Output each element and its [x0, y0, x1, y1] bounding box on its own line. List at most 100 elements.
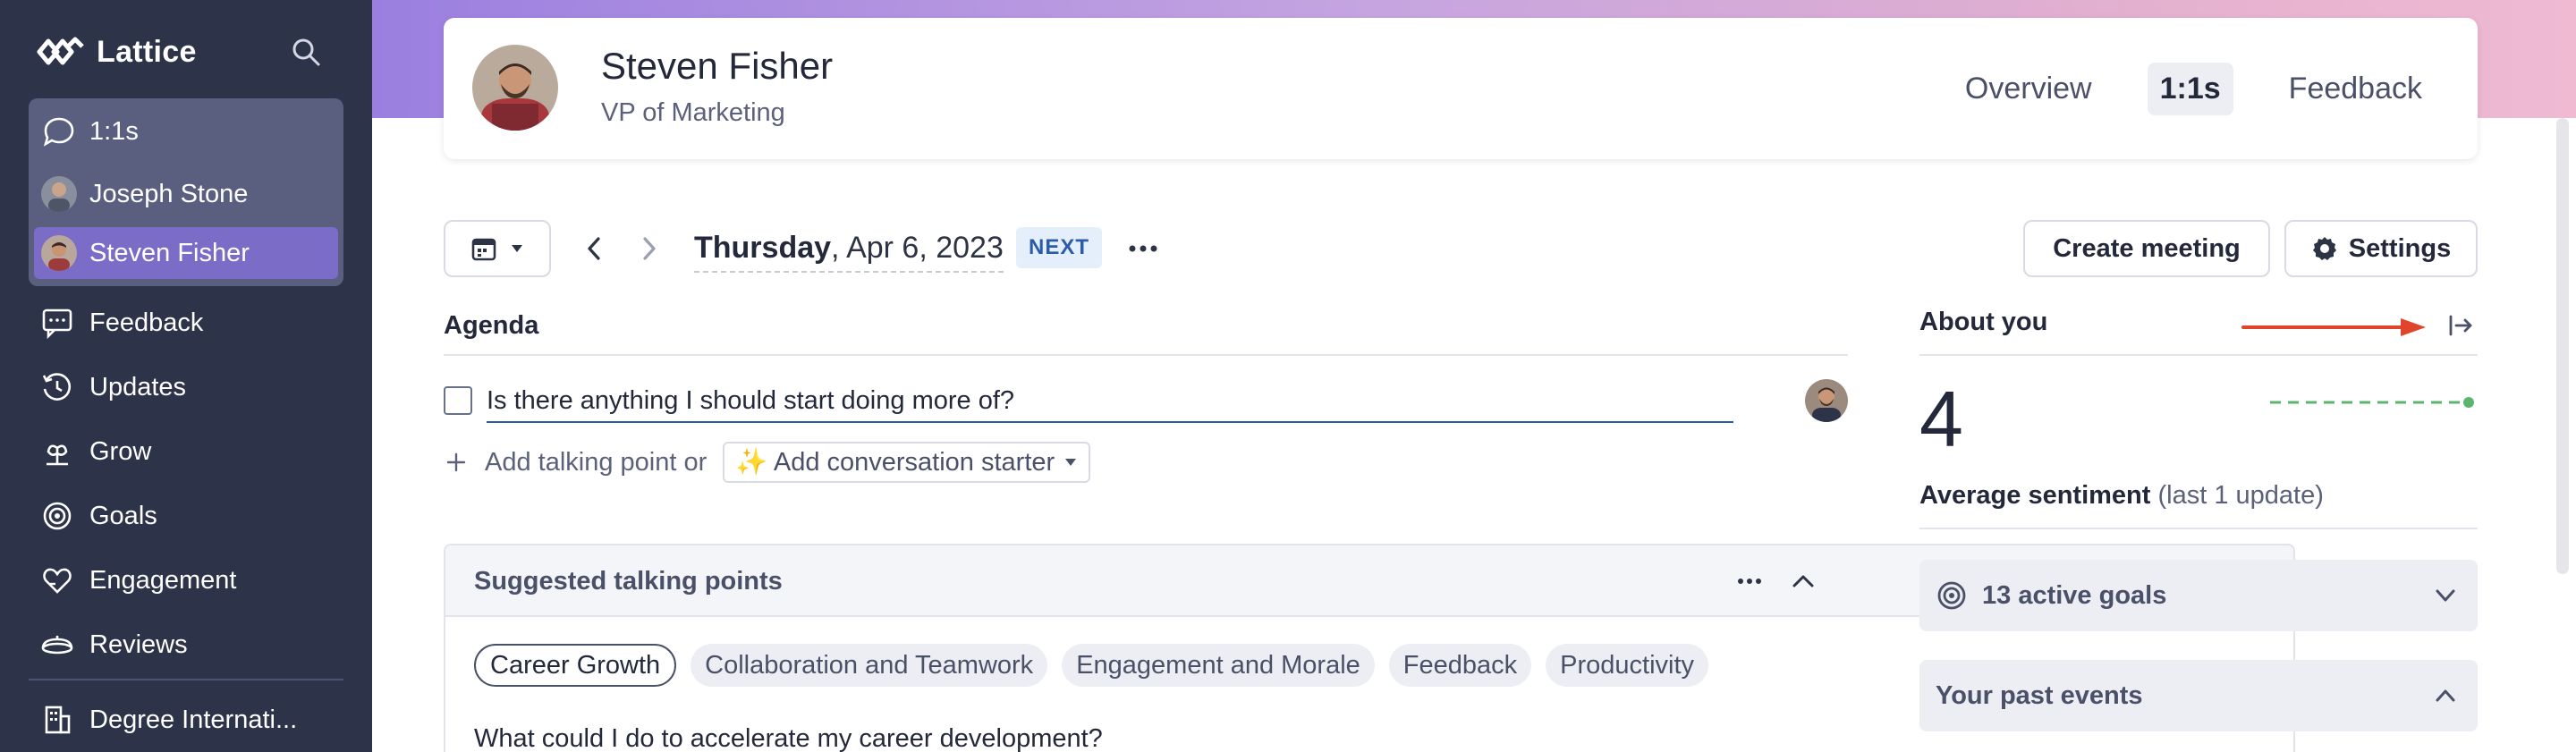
goals-icon	[1937, 581, 1966, 610]
sidebar-item-label: Joseph Stone	[89, 179, 249, 208]
meeting-more-button[interactable]	[1123, 231, 1163, 266]
engagement-icon	[39, 562, 75, 598]
brand[interactable]: Lattice	[36, 34, 197, 70]
agenda-heading: Agenda	[444, 311, 539, 340]
gear-icon	[2312, 237, 2336, 260]
sidebar: Lattice 1:1s Joseph Stone Steven Fisher	[0, 0, 372, 752]
sidebar-item-label: 1:1s	[89, 116, 139, 146]
sidebar-item-joseph-stone[interactable]: Joseph Stone	[29, 168, 343, 220]
active-goals-label: 13 active goals	[1982, 580, 2167, 610]
collapse-panel-icon[interactable]	[2447, 311, 2476, 340]
avatar	[472, 45, 558, 131]
meeting-day: Thursday	[694, 231, 832, 265]
more-horizontal-icon	[1738, 579, 1761, 584]
building-icon	[39, 702, 75, 738]
sidebar-item-label: Degree Internati...	[89, 705, 298, 734]
chevron-left-icon	[588, 237, 600, 260]
sidebar-item-label: Feedback	[89, 308, 204, 337]
about-heading: About you	[1919, 308, 2048, 336]
agenda-item-focus-line	[487, 421, 1733, 423]
caret-down-icon	[512, 245, 522, 252]
sentiment-value: 4	[1919, 375, 1963, 463]
sidebar-item-label: Goals	[89, 501, 157, 530]
agenda-item-checkbox[interactable]	[444, 386, 472, 415]
search-icon[interactable]	[290, 36, 324, 70]
tab-overview[interactable]: Overview	[1953, 63, 2105, 115]
past-events-accordion[interactable]: Your past events	[1919, 660, 2478, 731]
chip-collaboration[interactable]: Collaboration and Teamwork	[691, 644, 1048, 687]
settings-button[interactable]: Settings	[2284, 220, 2478, 277]
sidebar-item-label: Grow	[89, 436, 152, 466]
chevron-down-icon	[2436, 589, 2455, 602]
next-meeting-button[interactable]	[630, 229, 669, 268]
tab-feedback[interactable]: Feedback	[2276, 63, 2435, 115]
sentiment-label: Average sentiment (last 1 update)	[1919, 481, 2324, 511]
profile-name: Steven Fisher	[601, 45, 834, 87]
chevron-right-icon	[643, 237, 656, 260]
sidebar-item-reviews[interactable]: Reviews	[39, 622, 188, 667]
profile-title: VP of Marketing	[601, 98, 785, 127]
plus-icon[interactable]	[444, 450, 469, 475]
chip-feedback[interactable]: Feedback	[1388, 644, 1532, 687]
caret-down-icon	[1065, 459, 1077, 466]
chip-productivity[interactable]: Productivity	[1546, 644, 1709, 687]
meeting-date[interactable]: Thursday, Apr 6, 2023	[694, 231, 1004, 273]
sidebar-item-label: Reviews	[89, 629, 188, 659]
chip-career-growth[interactable]: Career Growth	[474, 644, 677, 687]
annotation-arrow-icon	[2241, 318, 2426, 336]
panel-collapse-button[interactable]	[1784, 565, 1823, 597]
sidebar-item-engagement[interactable]: Engagement	[39, 558, 236, 603]
calendar-icon	[471, 238, 496, 261]
chevron-up-icon	[2436, 689, 2455, 702]
calendar-picker-button[interactable]	[444, 220, 551, 277]
sidebar-item-updates[interactable]: Updates	[39, 365, 186, 410]
avatar	[41, 235, 77, 271]
more-horizontal-icon	[1129, 245, 1157, 252]
sentiment-sparkline	[2270, 397, 2474, 408]
lattice-logo-icon	[37, 37, 84, 65]
brand-name: Lattice	[97, 34, 197, 69]
status-badge: NEXT	[1016, 227, 1103, 268]
grow-icon	[39, 434, 75, 469]
create-meeting-button[interactable]: Create meeting	[2023, 220, 2270, 277]
agenda-item-text[interactable]: Is there anything I should start doing m…	[487, 386, 1014, 416]
conversation-starter-label: ✨ Add conversation starter	[735, 448, 1055, 477]
sidebar-item-org[interactable]: Degree Internati...	[39, 697, 297, 742]
sidebar-item-label: Updates	[89, 372, 187, 401]
goals-icon	[39, 498, 75, 534]
conversation-starter-dropdown[interactable]: ✨ Add conversation starter	[723, 442, 1091, 483]
add-talking-point-row: Add talking point or ✨ Add conversation …	[444, 442, 1091, 483]
previous-meeting-button[interactable]	[574, 229, 614, 268]
reviews-icon	[39, 627, 75, 663]
panel-title: Suggested talking points	[474, 567, 783, 596]
sidebar-item-steven-fisher[interactable]: Steven Fisher	[34, 227, 338, 279]
chat-bubble-icon	[41, 114, 77, 149]
chip-engagement[interactable]: Engagement and Morale	[1062, 644, 1375, 687]
avatar	[1805, 379, 1848, 422]
sentiment-label-text: Average sentiment	[1919, 481, 2151, 510]
sidebar-item-label: Engagement	[89, 565, 237, 595]
add-talking-point-link[interactable]: Add talking point or	[485, 448, 707, 477]
sidebar-item-feedback[interactable]: Feedback	[39, 300, 203, 345]
divider	[444, 354, 1848, 356]
sidebar-divider	[29, 679, 343, 680]
updates-icon	[39, 369, 75, 405]
panel-more-button[interactable]	[1730, 565, 1769, 597]
past-events-label: Your past events	[1936, 680, 2143, 710]
profile-tabs: Overview 1:1s Feedback	[1953, 63, 2435, 115]
active-goals-accordion[interactable]: 13 active goals	[1919, 560, 2478, 631]
sentiment-note: (last 1 update)	[2157, 481, 2324, 510]
topic-chips: Career Growth Collaboration and Teamwork…	[474, 644, 1709, 687]
feedback-icon	[39, 305, 75, 341]
suggested-question[interactable]: What could I do to accelerate my career …	[474, 724, 1103, 752]
sidebar-item-label: Steven Fisher	[89, 238, 250, 267]
scrollbar[interactable]	[2556, 118, 2569, 574]
sidebar-item-goals[interactable]: Goals	[39, 494, 157, 538]
sidebar-item-1on1s[interactable]: 1:1s	[29, 106, 343, 157]
tab-1on1s[interactable]: 1:1s	[2147, 63, 2233, 115]
meeting-date-text: , Apr 6, 2023	[831, 231, 1004, 265]
sidebar-item-grow[interactable]: Grow	[39, 429, 151, 474]
divider	[1919, 528, 2478, 529]
oneones-group: 1:1s Joseph Stone Steven Fisher	[29, 98, 343, 286]
chevron-up-icon	[1792, 575, 1814, 587]
